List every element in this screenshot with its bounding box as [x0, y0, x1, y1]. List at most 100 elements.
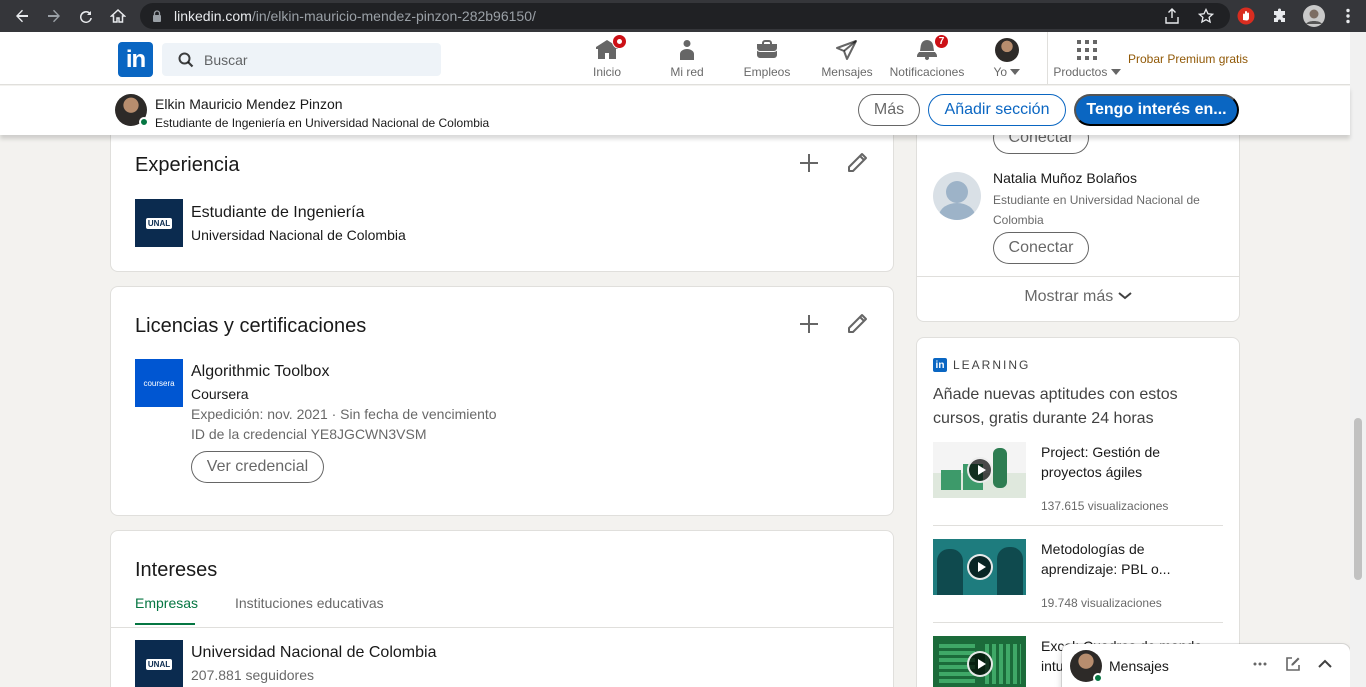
coursera-logo[interactable]: coursera [135, 359, 183, 407]
course-thumbnail[interactable] [933, 539, 1026, 595]
url-text: linkedin.com/in/elkin-mauricio-mendez-pi… [174, 8, 536, 24]
nav-notifications[interactable]: 7 Notificaciones [888, 32, 966, 85]
interests-title: Intereses [135, 559, 218, 581]
learning-heading: Añade nuevas aptitudes con estos cursos,… [933, 386, 1178, 427]
linkedin-small-logo: in [933, 358, 947, 372]
license-dates: Expedición: nov. 2021 · Sin fecha de ven… [191, 406, 497, 422]
chevron-up-icon[interactable] [1317, 656, 1333, 677]
people-suggestions-card: Conectar Natalia Muñoz Bolaños Estudiant… [916, 120, 1240, 322]
notifications-count-badge: 7 [934, 34, 949, 49]
licenses-card: Licencias y certificaciones coursera Alg… [110, 286, 894, 516]
extensions-puzzle-icon[interactable] [1268, 4, 1292, 28]
browser-toolbar: linkedin.com/in/elkin-mauricio-mendez-pi… [0, 0, 1366, 32]
course-title[interactable]: Metodologías de aprendizaje: PBL o... [1041, 539, 1221, 579]
show-more-button[interactable]: Mostrar más [917, 288, 1239, 306]
chrome-menu-icon[interactable] [1336, 4, 1360, 28]
try-premium-link[interactable]: Probar Premium gratis [1128, 52, 1248, 66]
nav-jobs[interactable]: Empleos [740, 32, 794, 85]
more-button[interactable]: Más [858, 94, 920, 126]
course-thumbnail[interactable] [933, 636, 1026, 687]
nav-me[interactable]: Yo [987, 32, 1027, 85]
search-icon [178, 52, 194, 67]
person-headline: Estudiante en Universidad Nacional de Co… [993, 193, 1200, 227]
people-icon [675, 38, 699, 62]
edit-pencil-icon[interactable] [845, 151, 869, 175]
connect-button[interactable]: Conectar [993, 232, 1089, 264]
chevron-down-icon [1118, 292, 1132, 300]
compose-message-icon[interactable] [1285, 656, 1301, 677]
edit-pencil-icon[interactable] [845, 312, 869, 336]
experience-role: Estudiante de Ingeniería [191, 204, 365, 221]
search-input[interactable]: Buscar [162, 43, 441, 76]
profile-headline: Estudiante de Ingeniería en Universidad … [155, 116, 490, 130]
online-status-dot [1093, 673, 1103, 683]
lock-icon [153, 10, 161, 22]
play-icon [967, 651, 993, 677]
send-message-icon [835, 38, 859, 62]
nav-products[interactable]: Productos [1052, 32, 1122, 85]
course-divider [933, 622, 1223, 623]
briefcase-icon [755, 38, 779, 62]
person-avatar[interactable] [933, 172, 981, 220]
grid-apps-icon [1076, 38, 1098, 62]
learning-card: in LEARNING Añade nuevas aptitudes con e… [916, 337, 1240, 687]
course-views: 19.748 visualizaciones [1041, 596, 1162, 610]
person-name[interactable]: Natalia Muñoz Bolaños [993, 170, 1137, 186]
nav-my-network[interactable]: Mi red [662, 32, 712, 85]
extension-hand-icon[interactable] [1234, 4, 1258, 28]
course-views: 137.615 visualizaciones [1041, 499, 1169, 513]
interest-followers: 207.881 seguidores [191, 667, 314, 683]
share-icon[interactable] [1160, 4, 1184, 28]
me-label: Yo [994, 65, 1021, 79]
home-icon [595, 34, 627, 62]
course-thumbnail[interactable] [933, 442, 1026, 498]
experience-title: Experiencia [135, 154, 240, 176]
tab-companies[interactable]: Empresas [135, 595, 198, 625]
home-icon[interactable] [102, 0, 134, 32]
more-options-icon[interactable] [1252, 656, 1268, 677]
profile-avatar-icon[interactable] [1302, 4, 1326, 28]
unal-logo[interactable]: UNAL [135, 640, 183, 687]
add-icon[interactable] [797, 312, 821, 336]
interest-name[interactable]: Universidad Nacional de Colombia [191, 644, 436, 662]
license-issuer: Coursera [191, 386, 249, 402]
bookmark-star-icon[interactable] [1194, 4, 1218, 28]
add-icon[interactable] [797, 151, 821, 175]
licenses-title: Licencias y certificaciones [135, 315, 367, 337]
forward-icon[interactable] [38, 0, 70, 32]
address-bar[interactable]: linkedin.com/in/elkin-mauricio-mendez-pi… [140, 3, 1230, 29]
course-divider [933, 525, 1223, 526]
license-credential-id: ID de la credencial YE8JGCWN3VSM [191, 426, 427, 442]
tabs-divider [111, 627, 893, 628]
bell-icon: 7 [915, 34, 949, 62]
course-title[interactable]: Project: Gestión de proyectos ágiles [1041, 442, 1221, 482]
license-name: Algorithmic Toolbox [191, 363, 330, 380]
tab-schools[interactable]: Instituciones educativas [235, 595, 384, 625]
messaging-label: Mensajes [1109, 658, 1169, 674]
messaging-overlay[interactable]: Mensajes [1062, 644, 1350, 687]
scrollbar-thumb[interactable] [1354, 418, 1362, 580]
back-icon[interactable] [6, 0, 38, 32]
nav-messaging[interactable]: Mensajes [820, 32, 874, 85]
reload-icon[interactable] [70, 0, 102, 32]
interests-card: Intereses Empresas Instituciones educati… [110, 530, 894, 687]
online-status-dot [139, 117, 149, 127]
nav-divider [1047, 32, 1048, 85]
home-notification-dot [612, 34, 627, 49]
experience-card: Experiencia UNAL Estudiante de Ingenierí… [110, 135, 894, 272]
caret-down-icon [1110, 69, 1121, 75]
profile-name: Elkin Mauricio Mendez Pinzon [155, 96, 343, 112]
experience-org: Universidad Nacional de Colombia [191, 227, 406, 243]
see-credential-button[interactable]: Ver credencial [191, 451, 324, 483]
linkedin-logo[interactable]: in [118, 42, 153, 77]
play-icon [967, 457, 993, 483]
add-section-button[interactable]: Añadir sección [928, 94, 1066, 126]
linkedin-global-nav: in Buscar Inicio Mi red Empleos Mensajes… [0, 32, 1350, 85]
me-avatar [995, 38, 1019, 62]
nav-home[interactable]: Inicio [582, 32, 632, 85]
page-scrollbar[interactable] [1350, 32, 1366, 687]
sticky-profile-bar: Elkin Mauricio Mendez Pinzon Estudiante … [0, 86, 1350, 135]
unal-logo[interactable]: UNAL [135, 199, 183, 247]
play-icon [967, 554, 993, 580]
open-to-button[interactable]: Tengo interés en... [1074, 94, 1239, 126]
